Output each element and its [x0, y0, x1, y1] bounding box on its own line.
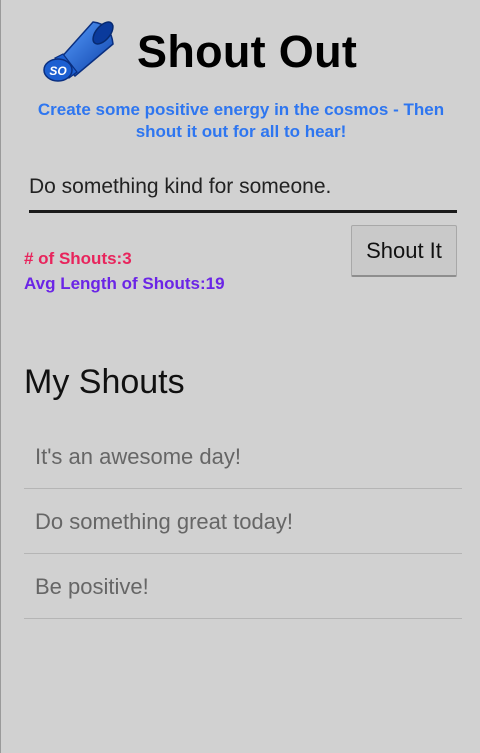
shout-input[interactable] [29, 167, 457, 213]
list-item[interactable]: It's an awesome day! [24, 424, 462, 489]
shouts-list: It's an awesome day! Do something great … [24, 424, 462, 619]
shout-count: # of Shouts:3 [24, 249, 132, 268]
megaphone-icon: SO [43, 21, 114, 82]
avg-length: Avg Length of Shouts:19 [24, 274, 225, 293]
app-title: Shout Out [137, 26, 358, 77]
list-item[interactable]: Be positive! [24, 554, 462, 619]
shout-it-button[interactable]: Shout It [351, 225, 457, 277]
app-header: SO Shout Out [41, 14, 357, 90]
list-item[interactable]: Do something great today! [24, 489, 462, 554]
stats-panel: # of Shouts:3 Avg Length of Shouts:19 [24, 246, 225, 296]
tagline: Create some positive energy in the cosmo… [37, 100, 445, 141]
app-screen: SO Shout Out Create some positive energy… [0, 0, 480, 753]
my-shouts-title: My Shouts [24, 363, 185, 401]
logo-text: SO [49, 64, 67, 78]
